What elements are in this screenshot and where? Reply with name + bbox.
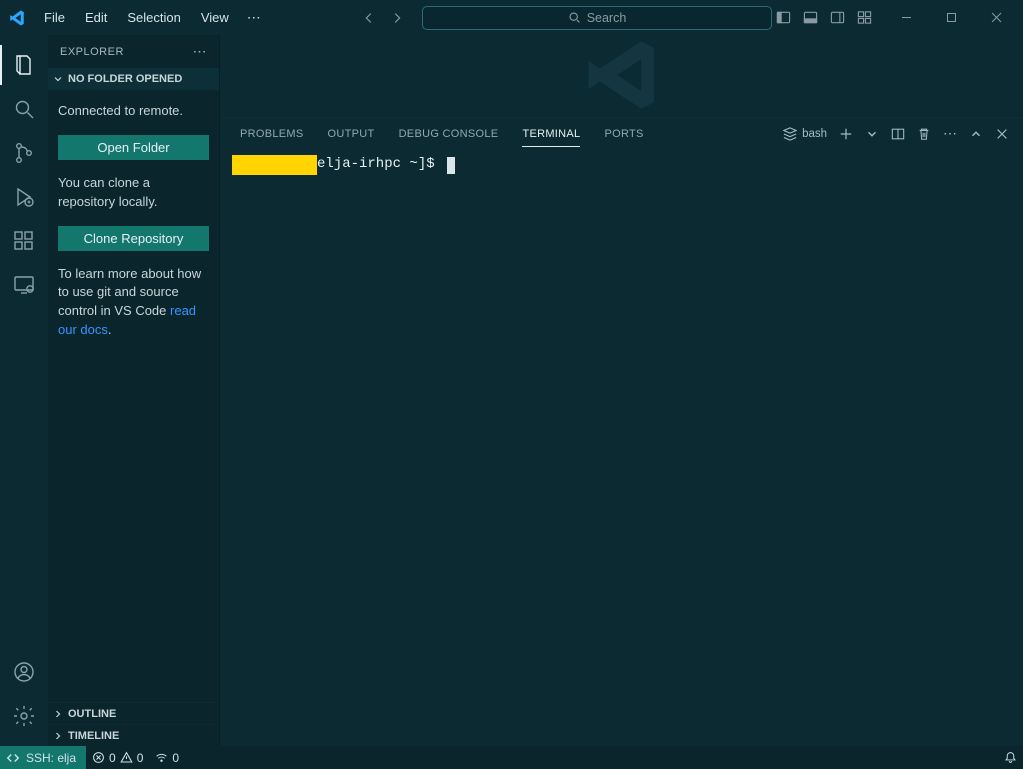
- terminal-profile-label[interactable]: bash: [783, 127, 827, 141]
- tab-ports[interactable]: PORTS: [592, 120, 655, 147]
- vscode-watermark-icon: [567, 35, 677, 115]
- menu-overflow-icon[interactable]: ⋯: [241, 5, 267, 30]
- activity-remote-explorer-icon[interactable]: [0, 263, 48, 307]
- status-warning-count: 0: [137, 751, 144, 765]
- window-maximize-button[interactable]: [929, 0, 974, 35]
- activity-settings-icon[interactable]: [0, 694, 48, 738]
- connected-text: Connected to remote.: [58, 102, 209, 121]
- sidebar: EXPLORER ⋯ NO FOLDER OPENED Connected to…: [48, 35, 220, 746]
- search-placeholder: Search: [587, 11, 627, 25]
- maximize-panel-icon[interactable]: [969, 127, 983, 141]
- customize-layout-icon[interactable]: [857, 10, 872, 25]
- chevron-down-icon: [52, 73, 64, 85]
- status-remote-label: SSH: elja: [26, 751, 76, 765]
- activity-search-icon[interactable]: [0, 87, 48, 131]
- outline-section[interactable]: OUTLINE: [48, 702, 219, 724]
- split-terminal-icon[interactable]: [891, 127, 905, 141]
- command-center-search[interactable]: Search: [422, 6, 772, 30]
- status-error-count: 0: [109, 751, 116, 765]
- tab-debug-console[interactable]: DEBUG CONSOLE: [387, 120, 511, 147]
- menu-selection[interactable]: Selection: [119, 6, 188, 29]
- activity-accounts-icon[interactable]: [0, 650, 48, 694]
- chevron-right-icon: [52, 708, 64, 720]
- nav-back-icon[interactable]: [360, 9, 378, 27]
- panel-header: PROBLEMS OUTPUT DEBUG CONSOLE TERMINAL P…: [220, 117, 1023, 149]
- nav-forward-icon[interactable]: [388, 9, 406, 27]
- terminal-prompt: elja-irhpc ~]$: [317, 155, 435, 175]
- status-ports[interactable]: 0: [149, 746, 185, 769]
- terminal-cursor: [447, 157, 455, 174]
- new-terminal-icon[interactable]: [839, 127, 853, 141]
- panel-more-icon[interactable]: ⋯: [943, 125, 957, 142]
- learn-more-text: To learn more about how to use git and s…: [58, 265, 209, 340]
- clone-repository-button[interactable]: Clone Repository: [58, 226, 209, 251]
- sidebar-section-label: NO FOLDER OPENED: [68, 73, 182, 85]
- status-problems[interactable]: 0 0: [86, 746, 149, 769]
- status-ports-count: 0: [172, 751, 179, 765]
- tab-problems[interactable]: PROBLEMS: [228, 120, 316, 147]
- status-notifications-icon[interactable]: [998, 746, 1023, 769]
- activity-run-debug-icon[interactable]: [0, 175, 48, 219]
- window-minimize-button[interactable]: [884, 0, 929, 35]
- clone-hint-text: You can clone a repository locally.: [58, 174, 209, 212]
- chevron-right-icon: [52, 730, 64, 742]
- terminal-view[interactable]: elja-irhpc ~]$: [220, 149, 1023, 746]
- vscode-logo-icon: [8, 9, 26, 27]
- close-panel-icon[interactable]: [995, 127, 1009, 141]
- window-close-button[interactable]: [974, 0, 1019, 35]
- redacted-user: [232, 155, 317, 175]
- menu-edit[interactable]: Edit: [77, 6, 115, 29]
- toggle-secondary-sidebar-icon[interactable]: [830, 10, 845, 25]
- sidebar-title: EXPLORER: [60, 46, 124, 58]
- status-bar: SSH: elja 0 0 0: [0, 746, 1023, 769]
- tab-output[interactable]: OUTPUT: [316, 120, 387, 147]
- menu-file[interactable]: File: [36, 6, 73, 29]
- status-remote-button[interactable]: SSH: elja: [0, 746, 86, 769]
- toggle-panel-icon[interactable]: [803, 10, 818, 25]
- open-folder-button[interactable]: Open Folder: [58, 135, 209, 160]
- activity-source-control-icon[interactable]: [0, 131, 48, 175]
- activity-extensions-icon[interactable]: [0, 219, 48, 263]
- editor-area: PROBLEMS OUTPUT DEBUG CONSOLE TERMINAL P…: [220, 35, 1023, 746]
- kill-terminal-icon[interactable]: [917, 127, 931, 141]
- activity-explorer-icon[interactable]: [0, 43, 48, 87]
- timeline-section[interactable]: TIMELINE: [48, 724, 219, 746]
- title-bar: File Edit Selection View ⋯ Search: [0, 0, 1023, 35]
- terminal-dropdown-icon[interactable]: [865, 127, 879, 141]
- sidebar-more-icon[interactable]: ⋯: [193, 43, 208, 60]
- sidebar-section-header[interactable]: NO FOLDER OPENED: [48, 68, 219, 90]
- toggle-primary-sidebar-icon[interactable]: [776, 10, 791, 25]
- activity-bar: [0, 35, 48, 746]
- tab-terminal[interactable]: TERMINAL: [510, 120, 592, 147]
- menu-view[interactable]: View: [193, 6, 237, 29]
